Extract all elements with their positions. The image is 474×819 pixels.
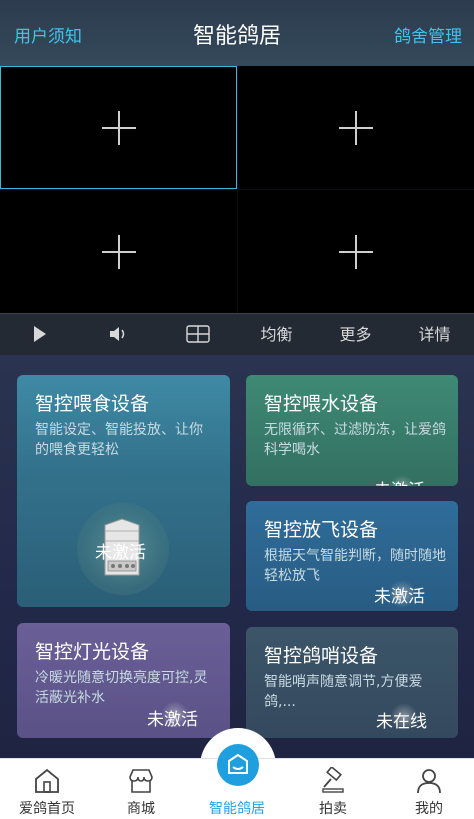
device-status: 未激活 — [95, 543, 146, 563]
grid-layout-icon — [185, 325, 210, 343]
card-description: 智能哨声随意调节,方便爱鸽,... — [264, 674, 423, 710]
card-description: 智能设定、智能投放、让你的喂食更轻松 — [35, 422, 203, 458]
water-device-card[interactable]: 智控喂水设备 无限循环、过滤防冻，让爱鸽科学喝水 未激活 — [246, 375, 458, 486]
card-description: 无限循环、过滤防冻，让爱鸽科学喝水 — [264, 422, 446, 458]
top-bar: 用户须知 智能鸽居 鸽舍管理 — [0, 0, 474, 66]
video-cell-1[interactable] — [0, 66, 237, 189]
add-icon — [339, 110, 373, 145]
device-status: 未在线 — [376, 712, 427, 732]
tab-label: 智能鸽居 — [209, 801, 265, 817]
details-button[interactable]: 详情 — [395, 314, 474, 356]
device-status: 未激活 — [147, 710, 198, 730]
tab-mine[interactable]: 我的 — [382, 759, 474, 819]
more-button[interactable]: 更多 — [316, 314, 395, 356]
feed-device-card[interactable]: 智控喂食设备 智能设定、智能投放、让你的喂食更轻松 未激活 — [17, 375, 230, 607]
video-control-bar: 均衡 更多 详情 — [0, 313, 474, 355]
auction-gavel-icon — [322, 767, 344, 793]
play-button[interactable] — [0, 314, 79, 356]
card-title: 智控鸽哨设备 — [264, 645, 379, 667]
add-icon — [339, 234, 373, 269]
layout-button[interactable] — [158, 314, 237, 356]
loft-management-link[interactable]: 鸽舍管理 — [394, 22, 462, 47]
tab-label: 商城 — [127, 801, 155, 817]
card-title: 智控灯光设备 — [35, 641, 150, 663]
video-cell-4[interactable] — [238, 190, 474, 313]
device-status: 未激活 — [374, 587, 425, 607]
add-icon — [101, 110, 136, 145]
device-panel: 智控喂食设备 智能设定、智能投放、让你的喂食更轻松 未激活 智控喂水设备 无限循… — [0, 355, 474, 758]
tab-mall[interactable]: 商城 — [94, 759, 188, 819]
whistle-device-card[interactable]: 智控鸽哨设备 智能哨声随意调节,方便爱鸽,... 未在线 — [246, 627, 458, 738]
loft-icon — [228, 753, 248, 774]
card-description: 根据天气智能判断，随时随地轻松放飞 — [264, 548, 446, 584]
card-title: 智控喂水设备 — [264, 393, 379, 415]
tab-auction[interactable]: 拍卖 — [286, 759, 380, 819]
video-cell-2[interactable] — [238, 66, 474, 189]
volume-icon — [109, 327, 124, 341]
add-icon — [101, 234, 136, 269]
balance-button[interactable]: 均衡 — [237, 314, 316, 356]
tab-home[interactable]: 爱鸽首页 — [0, 759, 94, 819]
video-grid — [0, 66, 474, 313]
device-status: 未激活 — [374, 476, 425, 486]
tab-label: 我的 — [415, 801, 443, 817]
home-icon — [35, 768, 59, 793]
card-title: 智控喂食设备 — [35, 393, 150, 415]
video-cell-3[interactable] — [0, 190, 237, 313]
tab-label: 拍卖 — [319, 801, 347, 817]
shop-icon — [129, 769, 153, 793]
card-description: 冷暖光随意切换亮度可控,灵活蔽光补水 — [35, 670, 208, 706]
user-icon — [417, 769, 441, 794]
volume-button[interactable] — [79, 314, 158, 356]
card-title: 智控放飞设备 — [264, 519, 379, 541]
tab-label: 爱鸽首页 — [19, 801, 75, 817]
release-device-card[interactable]: 智控放飞设备 根据天气智能判断，随时随地轻松放飞 未激活 — [246, 501, 458, 611]
play-icon — [33, 326, 46, 342]
smart-loft-center-button[interactable] — [217, 744, 259, 786]
light-device-card[interactable]: 智控灯光设备 冷暖光随意切换亮度可控,灵活蔽光补水 未激活 — [17, 623, 230, 738]
